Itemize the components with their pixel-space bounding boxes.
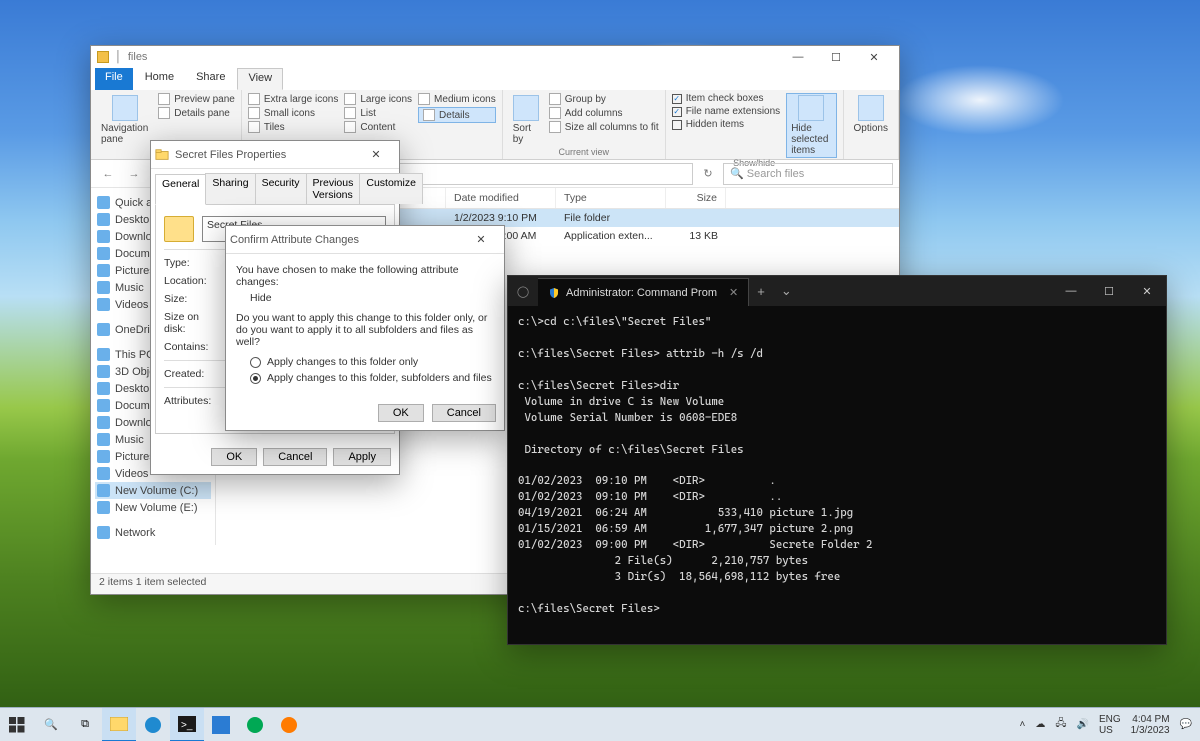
quick-access-toolbar: │ files — ☐ ✕ [91,46,899,68]
list-button[interactable]: List [344,107,412,119]
notifications-icon[interactable]: 💬 [1180,719,1192,730]
ok-button[interactable]: OK [378,404,424,422]
terminal-taskbar-button[interactable]: >_ [170,708,204,741]
cancel-button[interactable]: Cancel [432,404,496,422]
content-button[interactable]: Content [344,121,412,133]
back-button[interactable]: ← [97,163,119,185]
refresh-button[interactable]: ↻ [697,163,719,185]
add-columns-button[interactable]: Add columns [549,107,659,119]
cancel-button[interactable]: Cancel [263,448,327,466]
ribbon-tabs: File Home Share View [91,68,899,90]
search-input[interactable]: 🔍 Search files [723,163,893,185]
confirm-attribute-dialog: Confirm Attribute Changes ✕ You have cho… [225,225,505,431]
attribute-label: Hide [236,288,494,312]
tab-customize[interactable]: Customize [359,173,423,204]
properties-tabs: General Sharing Security Previous Versio… [151,169,399,204]
tab-security[interactable]: Security [255,173,307,204]
extra-large-icons-button[interactable]: Extra large icons [248,93,338,105]
terminal-output[interactable]: c:\>cd c:\files\"Secret Files" c:\files\… [508,306,1166,625]
medium-icons-button[interactable]: Medium icons [418,93,496,105]
shield-icon [548,287,560,299]
forward-button[interactable]: → [123,163,145,185]
nav-item[interactable]: New Volume (E:) [95,499,211,516]
firefox-taskbar-button[interactable] [272,708,306,741]
details-view-button[interactable]: Details [418,107,496,123]
tab-previous-versions[interactable]: Previous Versions [306,173,361,204]
group-by-button[interactable]: Group by [549,93,659,105]
tab-close-icon[interactable]: ✕ [729,286,738,299]
hide-selected-button[interactable]: Hide selected items [786,93,836,158]
tab-share[interactable]: Share [186,68,235,90]
small-icons-button[interactable]: Small icons [248,107,338,119]
options-button[interactable]: Options [850,93,892,136]
large-icons-button[interactable]: Large icons [344,93,412,105]
qat-path: files [128,51,148,63]
hidden-items-toggle[interactable]: Hidden items [672,119,781,130]
explorer-icon [97,51,109,63]
new-tab-button[interactable]: + [749,284,773,299]
start-button[interactable] [0,708,34,741]
volume-icon[interactable]: 🔊 [1076,719,1088,730]
tab-sharing[interactable]: Sharing [205,173,255,204]
tab-file[interactable]: File [95,68,133,90]
search-button[interactable]: 🔍 [34,708,68,741]
radio-recursive[interactable]: Apply changes to this folder, subfolders… [236,370,494,386]
taskbar: 🔍 ⧉ >_ ˄ ☁ 🖧 🔊 ENG US 4:04 PM1/3/2023 💬 [0,707,1200,741]
windows-icon [9,717,25,733]
task-view-button[interactable]: ⧉ [68,708,102,741]
close-button[interactable]: ✕ [855,44,893,70]
tab-view[interactable]: View [237,68,283,90]
network-icon[interactable]: 🖧 [1055,716,1066,733]
language-indicator[interactable]: ENG US [1099,714,1121,736]
radio-folder-only[interactable]: Apply changes to this folder only [236,354,494,370]
onedrive-icon[interactable]: ☁ [1035,719,1045,730]
minimize-button[interactable]: — [779,44,817,70]
system-tray: ˄ ☁ 🖧 🔊 ENG US 4:04 PM1/3/2023 💬 [1011,714,1200,736]
maximize-button[interactable]: ☐ [1090,278,1128,304]
ok-button[interactable]: OK [211,448,257,466]
tab-dropdown-button[interactable]: ⌄ [773,283,800,299]
clock[interactable]: 4:04 PM1/3/2023 [1131,714,1170,736]
maximize-button[interactable]: ☐ [817,44,855,70]
tab-home[interactable]: Home [135,68,184,90]
close-button[interactable]: ✕ [1128,278,1166,304]
tray-overflow-icon[interactable]: ˄ [1019,719,1025,730]
terminal-tab[interactable]: Administrator: Command Prom ✕ [538,278,749,306]
item-checkboxes-toggle[interactable]: ✓Item check boxes [672,93,781,104]
tab-general[interactable]: General [155,174,206,205]
tiles-button[interactable]: Tiles [248,121,338,133]
sort-by-button[interactable]: Sort by [509,93,543,147]
svg-text:>_: >_ [181,720,193,731]
folder-icon [155,148,169,162]
dialog-title: Secret Files Properties [175,149,286,161]
nav-item[interactable]: Network [95,524,211,541]
close-button[interactable]: ✕ [462,227,500,253]
preview-pane-button[interactable]: Preview pane [158,93,235,105]
apply-button[interactable]: Apply [333,448,391,466]
confirm-text-2: Do you want to apply this change to this… [236,312,494,348]
folder-icon [164,216,194,242]
dialog-title: Confirm Attribute Changes [230,234,359,246]
qat-separator: │ [115,51,122,63]
nav-item[interactable]: New Volume (C:) [95,482,211,499]
minimize-button[interactable]: — [1052,278,1090,304]
edge-taskbar-button[interactable] [136,708,170,741]
app-taskbar-button[interactable] [238,708,272,741]
terminal-menu-icon[interactable]: ◯ [508,285,538,298]
file-extensions-toggle[interactable]: ✓File name extensions [672,106,781,117]
size-columns-button[interactable]: Size all columns to fit [549,121,659,133]
terminal-window: ◯ Administrator: Command Prom ✕ + ⌄ — ☐ … [507,275,1167,645]
details-pane-button[interactable]: Details pane [158,107,235,119]
terminal-titlebar: ◯ Administrator: Command Prom ✕ + ⌄ — ☐ … [508,276,1166,306]
confirm-text-1: You have chosen to make the following at… [236,264,494,288]
explorer-taskbar-button[interactable] [102,708,136,741]
vscode-taskbar-button[interactable] [204,708,238,741]
navigation-pane-button[interactable]: Navigation pane [97,93,152,147]
close-button[interactable]: ✕ [357,142,395,168]
